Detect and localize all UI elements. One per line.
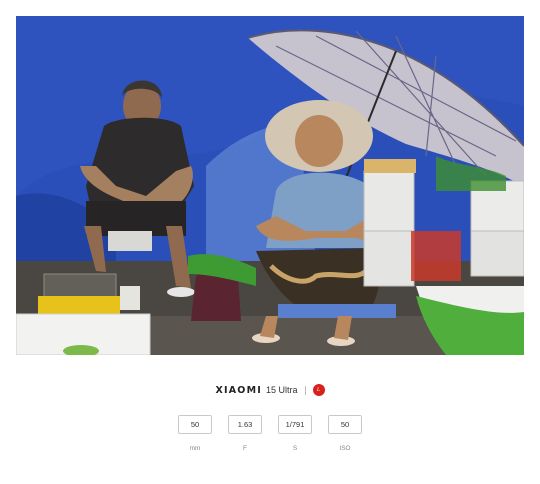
- exif-aperture: 1.63 F: [228, 415, 262, 452]
- exif-value: 1/791: [278, 415, 312, 434]
- leica-logo-icon: L: [312, 384, 325, 396]
- camera-watermark: XIAOMI 15 Ultra L: [0, 381, 540, 399]
- exif-info: 50 mm 1.63 F 1/791 S 50 ISO: [0, 415, 540, 452]
- exif-unit: mm: [189, 445, 201, 452]
- divider: [304, 385, 306, 395]
- photo: [16, 16, 524, 355]
- exif-iso: 50 ISO: [328, 415, 362, 452]
- model-name: 15 Ultra: [265, 385, 298, 395]
- exif-value: 50: [178, 415, 212, 434]
- photo-image: [16, 16, 524, 355]
- brand-name: XIAOMI: [215, 384, 262, 396]
- exif-unit: F: [243, 445, 247, 452]
- exif-unit: S: [292, 445, 298, 452]
- exif-shutter: 1/791 S: [278, 415, 312, 452]
- exif-unit: ISO: [339, 445, 351, 452]
- exif-focal-length: 50 mm: [178, 415, 212, 452]
- exif-value: 50: [328, 415, 362, 434]
- exif-value: 1.63: [228, 415, 262, 434]
